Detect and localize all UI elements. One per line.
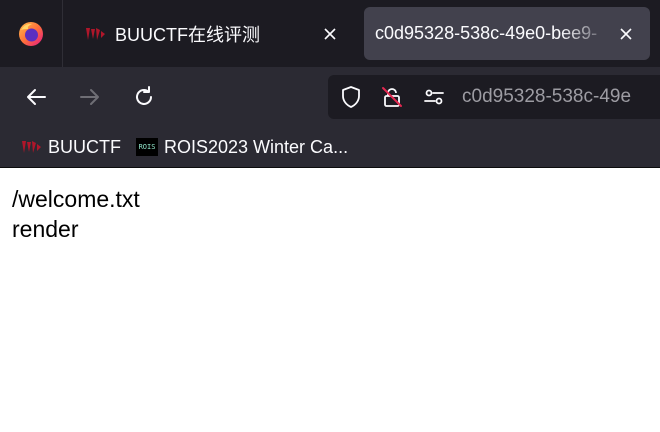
arrow-right-icon bbox=[80, 89, 99, 105]
navigation-toolbar: c0d95328-538c-49e bbox=[0, 67, 660, 127]
arrow-left-icon bbox=[27, 89, 46, 105]
reload-button[interactable] bbox=[128, 81, 160, 113]
tab-buuctf[interactable]: BUUCTF在线评测 bbox=[74, 7, 354, 60]
page-text-line: /welcome.txt bbox=[12, 186, 140, 212]
tab-title: BUUCTF在线评测 bbox=[115, 24, 260, 45]
url-text[interactable]: c0d95328-538c-49e bbox=[462, 86, 631, 108]
forward-button[interactable] bbox=[74, 81, 106, 113]
bookmark-label: ROIS2023 Winter Ca... bbox=[164, 136, 349, 157]
page-content: /welcome.txt render bbox=[0, 169, 660, 432]
tab-strip: BUUCTF在线评测 c0d95328-538c-49e0-bee9- bbox=[0, 0, 660, 67]
reload-icon bbox=[136, 86, 152, 105]
permissions-icon[interactable] bbox=[422, 85, 446, 109]
tab-active-page[interactable]: c0d95328-538c-49e0-bee9- bbox=[364, 7, 650, 60]
firefox-view-button[interactable] bbox=[0, 0, 63, 67]
back-button[interactable] bbox=[20, 81, 52, 113]
shield-icon[interactable] bbox=[339, 85, 363, 109]
buuctf-logo-icon bbox=[22, 141, 41, 153]
bookmark-label: BUUCTF bbox=[48, 136, 121, 157]
insecure-lock-icon[interactable] bbox=[380, 85, 404, 109]
close-icon[interactable] bbox=[612, 20, 640, 48]
firefox-icon bbox=[19, 21, 43, 46]
rois-logo-icon: ROIS bbox=[136, 138, 158, 156]
bookmark-rois2023[interactable]: ROIS ROIS2023 Winter Ca... bbox=[136, 135, 348, 159]
bookmark-buuctf[interactable]: BUUCTF bbox=[20, 135, 121, 159]
close-icon[interactable] bbox=[316, 20, 344, 48]
address-bar[interactable]: c0d95328-538c-49e bbox=[328, 75, 660, 119]
buuctf-logo-icon bbox=[86, 27, 105, 40]
page-text-line: render bbox=[12, 216, 79, 242]
bookmarks-toolbar: BUUCTF ROIS ROIS2023 Winter Ca... bbox=[0, 127, 660, 168]
tab-title: c0d95328-538c-49e0-bee9- bbox=[375, 23, 598, 43]
